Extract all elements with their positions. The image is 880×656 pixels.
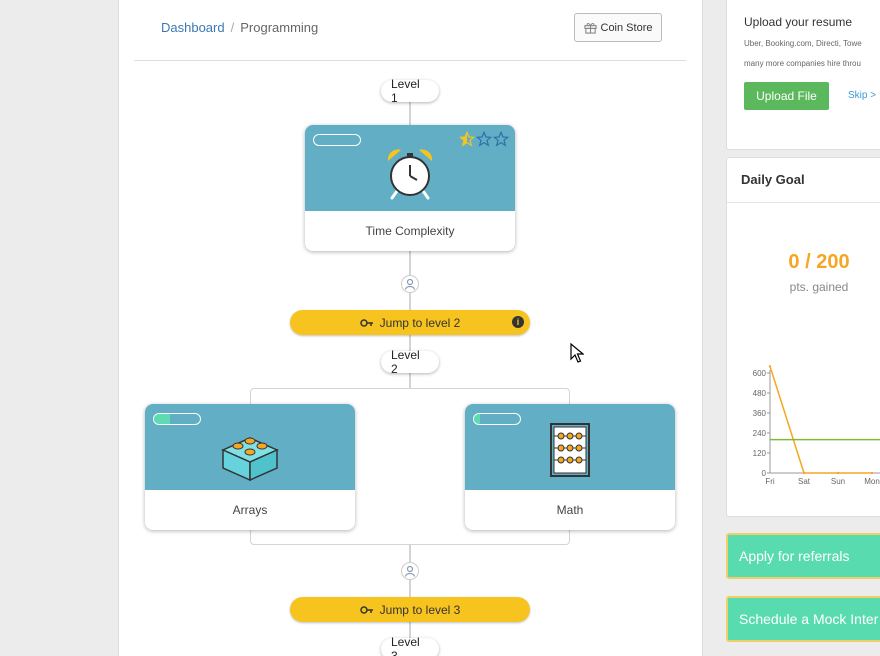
alarm-clock-icon <box>387 149 433 200</box>
abacus-icon <box>550 423 590 477</box>
card-banner <box>145 404 355 490</box>
info-icon[interactable]: i <box>512 316 524 328</box>
topic-card-math[interactable]: Math <box>465 404 675 530</box>
star-rating <box>459 131 509 147</box>
topic-name: Time Complexity <box>365 224 455 238</box>
resume-title: Upload your resume <box>744 15 853 29</box>
star-empty-icon <box>476 131 492 147</box>
user-lock-icon <box>404 565 416 577</box>
level-1-label: Level 1 <box>381 77 439 105</box>
jump-to-level-3-button[interactable]: Jump to level 3 <box>290 597 530 622</box>
card-banner <box>465 404 675 490</box>
key-icon <box>359 318 373 327</box>
lock-node <box>401 562 419 580</box>
coin-store-button[interactable]: Coin Store <box>574 13 662 42</box>
level-3-label: Level 3 <box>381 635 439 656</box>
progress-fill <box>474 414 480 424</box>
user-lock-icon <box>404 278 416 290</box>
series-line <box>769 366 872 474</box>
x-tick-label: Sun <box>831 477 845 486</box>
breadcrumb: Dashboard / Programming <box>161 20 318 35</box>
data-point <box>870 471 874 475</box>
y-tick-label: 120 <box>753 449 767 458</box>
lego-brick-icon <box>221 437 279 482</box>
daily-goal-card: Daily Goal 0 / 200 pts. gained 600 480 360… <box>726 157 880 517</box>
daily-goal-label: pts. gained <box>789 280 849 294</box>
star-half-icon <box>459 131 475 147</box>
x-tick-label: Fri <box>765 477 775 486</box>
progress-bar <box>473 413 521 425</box>
y-tick-label: 600 <box>753 369 767 378</box>
x-tick-label: Mon <box>864 477 880 486</box>
schedule-mock-interview-button[interactable]: Schedule a Mock Inter <box>726 596 880 642</box>
jump-label: Jump to level 3 <box>379 602 461 617</box>
jump-to-level-2-button[interactable]: Jump to level 2 i <box>290 310 530 335</box>
skip-link[interactable]: Skip > <box>848 90 876 101</box>
header-divider <box>134 60 686 61</box>
resume-companies-text: Uber, Booking.com, Directi, Towe <box>744 39 862 48</box>
data-point <box>836 471 840 475</box>
y-tick-label: 480 <box>753 389 767 398</box>
mouse-cursor-icon <box>570 343 584 363</box>
daily-goal-title: Daily Goal <box>741 172 805 187</box>
y-tick-label: 360 <box>753 409 767 418</box>
resume-companies-text: many more companies hire throu <box>744 59 861 68</box>
gift-icon <box>583 23 597 34</box>
level-2-label: Level 2 <box>381 348 439 376</box>
progress-fill <box>154 414 171 424</box>
jump-label: Jump to level 2 <box>379 315 461 330</box>
y-tick-label: 240 <box>753 429 767 438</box>
star-empty-icon <box>493 131 509 147</box>
breadcrumb-dashboard-link[interactable]: Dashboard <box>161 20 225 35</box>
progress-bar <box>153 413 201 425</box>
upload-file-button[interactable]: Upload File <box>744 82 829 110</box>
key-icon <box>359 605 373 614</box>
resume-upload-card: Upload your resume Uber, Booking.com, Di… <box>726 0 880 150</box>
card-banner <box>305 125 515 211</box>
card-divider <box>727 202 880 203</box>
topic-name: Math <box>556 503 584 517</box>
daily-goal-value: 0 / 200 <box>788 251 850 273</box>
data-point <box>802 471 806 475</box>
data-point <box>768 365 772 368</box>
daily-points-chart: 6004803602401200Fri Sat Sun Mon <box>753 365 880 486</box>
apply-referrals-button[interactable]: Apply for referrals <box>726 533 880 579</box>
x-tick-label: Sat <box>798 477 811 486</box>
topic-card-time-complexity[interactable]: Time Complexity <box>305 125 515 251</box>
breadcrumb-current: Programming <box>240 20 319 35</box>
breadcrumb-separator: / <box>230 20 235 35</box>
lock-node <box>401 275 419 293</box>
coin-store-label: Coin Store <box>600 21 653 34</box>
progress-bar <box>313 134 361 146</box>
topic-card-arrays[interactable]: Arrays <box>145 404 355 530</box>
topic-name: Arrays <box>232 503 268 517</box>
